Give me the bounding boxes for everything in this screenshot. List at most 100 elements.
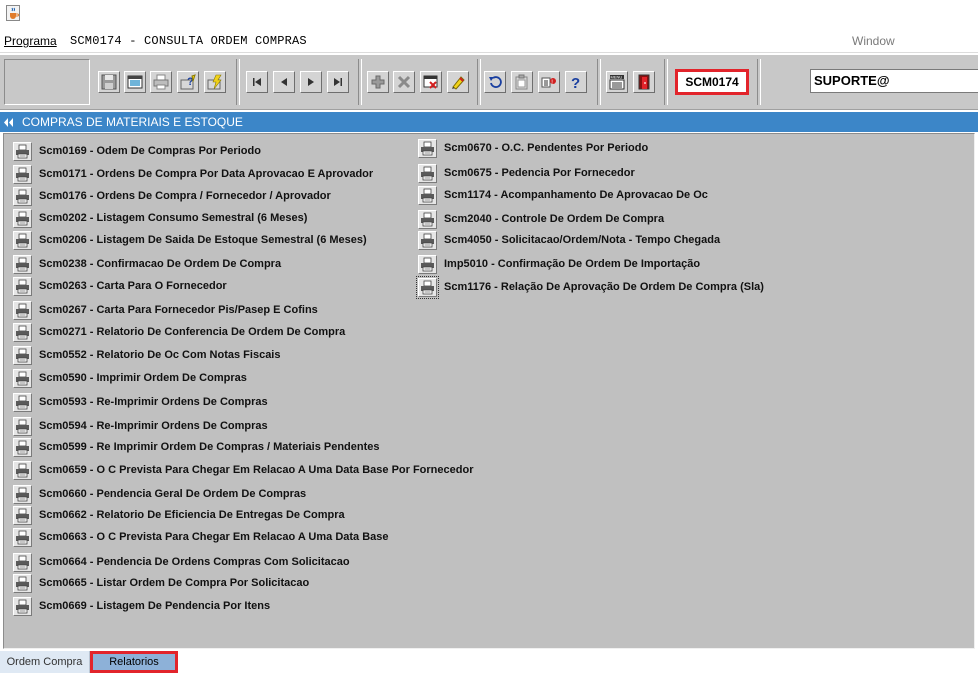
report-item[interactable]: Scm0171 - Ordens De Compra Por Data Apro… (13, 164, 413, 186)
report-print-button[interactable] (13, 142, 32, 161)
report-label[interactable]: Scm0590 - Imprimir Ordem De Compras (39, 372, 247, 384)
report-print-button[interactable] (416, 276, 439, 299)
previous-record-button[interactable] (273, 71, 295, 93)
report-label[interactable]: Scm0267 - Carta Para Fornecedor Pis/Pase… (39, 304, 318, 316)
report-label[interactable]: Scm0202 - Listagem Consumo Semestral (6 … (39, 212, 307, 224)
report-item[interactable]: Scm0552 - Relatorio De Oc Com Notas Fisc… (13, 345, 413, 367)
report-item[interactable]: Scm0206 - Listagem De Saida De Estoque S… (13, 230, 413, 252)
report-print-button[interactable] (13, 187, 32, 206)
report-print-button[interactable] (13, 346, 32, 365)
report-item[interactable]: Scm0238 - Confirmacao De Ordem De Compra (13, 254, 413, 276)
report-item[interactable]: Scm2040 - Controle De Ordem De Compra (418, 209, 958, 231)
report-item[interactable]: Scm1174 - Acompanhamento De Aprovacao De… (418, 185, 958, 207)
report-item[interactable]: Scm0590 - Imprimir Ordem De Compras (13, 368, 413, 390)
report-print-button[interactable] (13, 506, 32, 525)
report-label[interactable]: Scm1174 - Acompanhamento De Aprovacao De… (444, 189, 708, 201)
tab-relatorios[interactable]: Relatorios (90, 651, 178, 673)
menu-button[interactable]: MENU (606, 71, 628, 93)
report-label[interactable]: Scm0675 - Pedencia Por Fornecedor (444, 167, 635, 179)
report-print-button[interactable] (13, 461, 32, 480)
first-record-button[interactable] (246, 71, 268, 93)
exit-button[interactable] (633, 71, 655, 93)
report-item[interactable]: Scm0660 - Pendencia Geral De Ordem De Co… (13, 484, 413, 506)
report-item[interactable]: Scm0665 - Listar Ordem De Compra Por Sol… (13, 573, 413, 595)
report-print-button[interactable] (13, 255, 32, 274)
report-print-button[interactable] (418, 164, 437, 183)
report-print-button[interactable] (13, 597, 32, 616)
help-button[interactable]: ? (565, 71, 587, 93)
report-print-button[interactable] (13, 369, 32, 388)
report-label[interactable]: Scm0659 - O C Prevista Para Chegar Em Re… (39, 464, 473, 476)
clear-form-button[interactable] (420, 71, 442, 93)
report-label[interactable]: Scm0664 - Pendencia De Ordens Compras Co… (39, 556, 350, 568)
report-label[interactable]: Scm0206 - Listagem De Saida De Estoque S… (39, 234, 367, 246)
report-label[interactable]: Scm0599 - Re Imprimir Ordem De Compras /… (39, 441, 380, 453)
report-print-button[interactable] (418, 210, 437, 229)
report-print-button[interactable] (418, 186, 437, 205)
menu-window[interactable]: Window (852, 34, 895, 48)
report-label[interactable]: Scm0169 - Odem De Compras Por Periodo (39, 145, 261, 157)
query-help-button[interactable]: ? (177, 71, 199, 93)
report-item[interactable]: Scm0593 - Re-Imprimir Ordens De Compras (13, 392, 413, 414)
report-print-button[interactable] (13, 393, 32, 412)
report-label[interactable]: Scm0670 - O.C. Pendentes Por Periodo (444, 142, 648, 154)
insert-record-button[interactable] (367, 71, 389, 93)
report-print-button[interactable] (418, 231, 437, 250)
report-item[interactable]: Scm1176 - Relação De Aprovação De Ordem … (416, 276, 958, 299)
report-label[interactable]: Scm0594 - Re-Imprimir Ordens De Compras (39, 420, 268, 432)
edit-button[interactable] (447, 71, 469, 93)
report-label[interactable]: Imp5010 - Confirmação De Ordem De Import… (444, 258, 700, 270)
print-button[interactable] (150, 71, 172, 93)
report-item[interactable]: Scm0271 - Relatorio De Conferencia De Or… (13, 322, 413, 344)
report-item[interactable]: Scm0267 - Carta Para Fornecedor Pis/Pase… (13, 300, 413, 322)
report-item[interactable]: Scm0659 - O C Prevista Para Chegar Em Re… (13, 460, 473, 482)
report-print-button[interactable] (13, 417, 32, 436)
report-print-button[interactable] (13, 323, 32, 342)
report-label[interactable]: Scm0271 - Relatorio De Conferencia De Or… (39, 326, 345, 338)
report-item[interactable]: Scm0669 - Listagem De Pendencia Por Iten… (13, 596, 413, 618)
report-label[interactable]: Scm0660 - Pendencia Geral De Ordem De Co… (39, 488, 306, 500)
report-item[interactable]: Scm0169 - Odem De Compras Por Periodo (13, 141, 413, 163)
report-print-button[interactable] (13, 485, 32, 504)
report-item[interactable]: Scm0663 - O C Prevista Para Chegar Em Re… (13, 527, 413, 549)
report-label[interactable]: Scm0552 - Relatorio De Oc Com Notas Fisc… (39, 349, 280, 361)
report-item[interactable]: Scm0176 - Ordens De Compra / Fornecedor … (13, 186, 413, 208)
report-item[interactable]: Scm0675 - Pedencia Por Fornecedor (418, 163, 958, 185)
report-item[interactable]: Scm0670 - O.C. Pendentes Por Periodo (418, 138, 958, 160)
collapse-icon[interactable] (4, 118, 14, 127)
undo-button[interactable] (484, 71, 506, 93)
next-record-button[interactable] (300, 71, 322, 93)
report-label[interactable]: Scm2040 - Controle De Ordem De Compra (444, 213, 664, 225)
report-label[interactable]: Scm4050 - Solicitacao/Ordem/Nota - Tempo… (444, 234, 720, 246)
report-label[interactable]: Scm0593 - Re-Imprimir Ordens De Compras (39, 396, 268, 408)
clipboard-button[interactable] (511, 71, 533, 93)
report-print-button[interactable] (13, 231, 32, 250)
report-label[interactable]: Scm1176 - Relação De Aprovação De Ordem … (444, 281, 764, 293)
report-label[interactable]: Scm0665 - Listar Ordem De Compra Por Sol… (39, 577, 309, 589)
report-print-button[interactable] (13, 574, 32, 593)
report-item[interactable]: Scm0594 - Re-Imprimir Ordens De Compras (13, 416, 413, 438)
report-item[interactable]: Scm0202 - Listagem Consumo Semestral (6 … (13, 208, 413, 230)
report-label[interactable]: Scm0662 - Relatorio De Eficiencia De Ent… (39, 509, 345, 521)
report-print-button[interactable] (13, 209, 32, 228)
report-item[interactable]: Scm0599 - Re Imprimir Ordem De Compras /… (13, 437, 413, 459)
key-help-button[interactable]: ! (538, 71, 560, 93)
delete-record-button[interactable] (393, 71, 415, 93)
save-button[interactable] (98, 71, 120, 93)
report-print-button[interactable] (13, 553, 32, 572)
report-label[interactable]: Scm0669 - Listagem De Pendencia Por Iten… (39, 600, 270, 612)
report-print-button[interactable] (418, 255, 437, 274)
execute-query-button[interactable] (204, 71, 226, 93)
tab-ordem-compra[interactable]: Ordem Compra (0, 651, 90, 673)
report-print-button[interactable] (13, 277, 32, 296)
java-cup-icon[interactable] (6, 5, 20, 21)
report-label[interactable]: Scm0238 - Confirmacao De Ordem De Compra (39, 258, 281, 270)
menu-programa[interactable]: Programa (4, 34, 57, 48)
report-print-button[interactable] (13, 165, 32, 184)
report-item[interactable]: Imp5010 - Confirmação De Ordem De Import… (418, 254, 958, 276)
report-item[interactable]: Scm0662 - Relatorio De Eficiencia De Ent… (13, 505, 413, 527)
report-print-button[interactable] (13, 438, 32, 457)
last-record-button[interactable] (327, 71, 349, 93)
report-label[interactable]: Scm0263 - Carta Para O Fornecedor (39, 280, 227, 292)
report-print-button[interactable] (13, 301, 32, 320)
